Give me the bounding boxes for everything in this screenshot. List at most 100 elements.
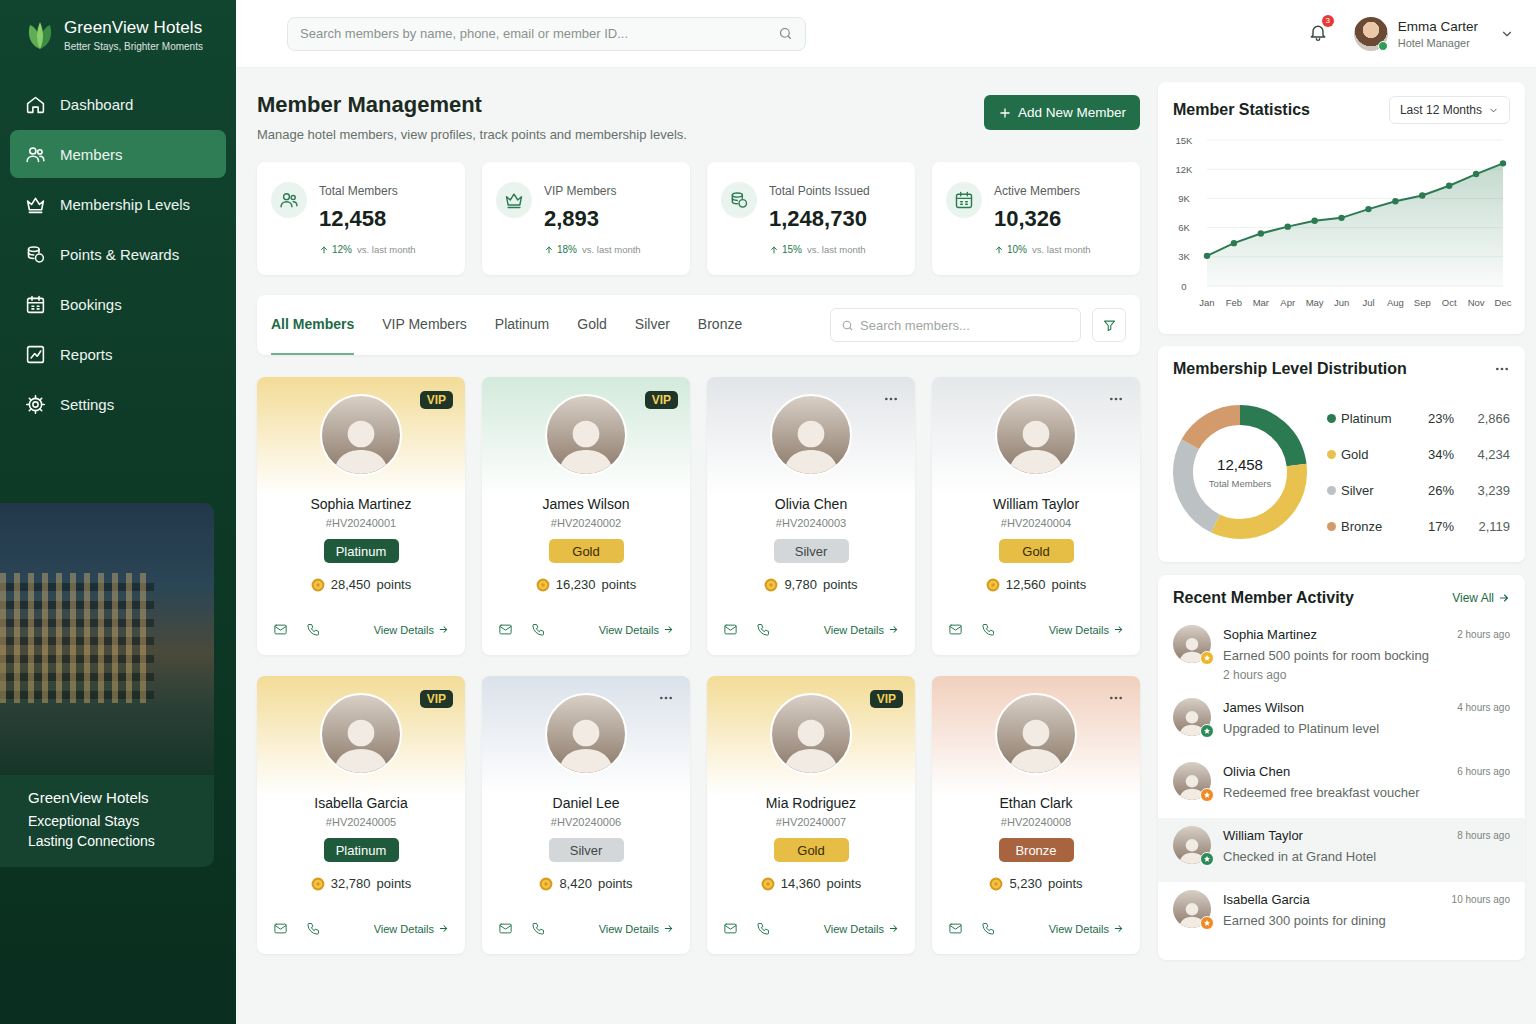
more-menu[interactable] bbox=[883, 391, 899, 411]
member-name[interactable]: Isabella Garcia bbox=[314, 795, 407, 811]
sidebar-item-label[interactable]: Reports bbox=[60, 346, 113, 363]
activity-name[interactable]: Olivia Chen bbox=[1223, 764, 1445, 779]
sidebar-item-label[interactable]: Dashboard bbox=[60, 96, 133, 113]
sidebar-item-label[interactable]: Members bbox=[60, 146, 123, 163]
member-card[interactable]: VIPJames Wilson#HV20240002Gold16,230poin… bbox=[482, 377, 690, 655]
member-card[interactable]: VIPIsabella Garcia#HV20240005Platinum32,… bbox=[257, 676, 465, 954]
sidebar-item[interactable]: Reports bbox=[10, 330, 226, 378]
view-details-link[interactable]: View Details bbox=[599, 923, 674, 935]
member-card[interactable]: Ethan Clark#HV20240008Bronze5,230pointsV… bbox=[932, 676, 1140, 954]
call-button[interactable] bbox=[981, 622, 996, 637]
call-button[interactable] bbox=[756, 622, 771, 637]
data-point[interactable] bbox=[1419, 192, 1425, 198]
data-point[interactable] bbox=[1285, 223, 1291, 229]
activity-item[interactable]: Isabella GarciaEarned 300 points for din… bbox=[1158, 882, 1525, 946]
email-button[interactable] bbox=[723, 622, 738, 637]
data-point[interactable] bbox=[1231, 240, 1237, 246]
view-details-label[interactable]: View Details bbox=[599, 923, 659, 935]
user-info[interactable]: Emma CarterHotel Manager bbox=[1398, 19, 1478, 49]
activity-name[interactable]: William Taylor bbox=[1223, 828, 1445, 843]
global-search-input[interactable] bbox=[300, 26, 770, 41]
sidebar-item[interactable]: Members bbox=[10, 130, 226, 178]
add-member-button[interactable]: Add New Member bbox=[984, 95, 1140, 130]
sidebar-item[interactable]: Points & Rewards bbox=[10, 230, 226, 278]
activity-item[interactable]: James WilsonUpgraded to Platinum level4 … bbox=[1158, 690, 1525, 754]
member-search-input[interactable] bbox=[860, 318, 1070, 333]
donut-segment[interactable] bbox=[1183, 415, 1297, 529]
call-button[interactable] bbox=[306, 622, 321, 637]
activity-item[interactable]: Sophia MartinezEarned 500 points for roo… bbox=[1158, 617, 1525, 690]
notifications-button[interactable]: 3 bbox=[1308, 22, 1328, 46]
view-details-link[interactable]: View Details bbox=[1049, 923, 1124, 935]
filter-tab[interactable]: VIP Members bbox=[382, 295, 467, 355]
call-button[interactable] bbox=[756, 921, 771, 936]
view-details-label[interactable]: View Details bbox=[374, 923, 434, 935]
data-point[interactable] bbox=[1473, 171, 1479, 177]
sidebar-item-label[interactable]: Membership Levels bbox=[60, 196, 190, 213]
view-details-label[interactable]: View Details bbox=[1049, 624, 1109, 636]
member-name[interactable]: Ethan Clark bbox=[999, 795, 1072, 811]
user-menu-toggle[interactable] bbox=[1500, 27, 1514, 41]
member-name[interactable]: William Taylor bbox=[993, 496, 1079, 512]
activity-item[interactable]: Olivia ChenRedeemed free breakfast vouch… bbox=[1158, 754, 1525, 818]
filter-tab[interactable]: Platinum bbox=[495, 295, 549, 355]
view-all-label[interactable]: View All bbox=[1452, 591, 1494, 605]
add-member-label[interactable]: Add New Member bbox=[1018, 105, 1126, 120]
sidebar-item[interactable]: Membership Levels bbox=[10, 180, 226, 228]
member-card[interactable]: VIPSophia Martinez#HV20240001Platinum28,… bbox=[257, 377, 465, 655]
data-point[interactable] bbox=[1338, 215, 1344, 221]
view-details-link[interactable]: View Details bbox=[1049, 624, 1124, 636]
view-details-label[interactable]: View Details bbox=[599, 624, 659, 636]
view-details-label[interactable]: View Details bbox=[374, 624, 434, 636]
filter-tab[interactable]: Gold bbox=[577, 295, 607, 355]
email-button[interactable] bbox=[273, 921, 288, 936]
call-button[interactable] bbox=[531, 622, 546, 637]
member-name[interactable]: Daniel Lee bbox=[553, 795, 620, 811]
view-details-link[interactable]: View Details bbox=[374, 923, 449, 935]
activity-item[interactable]: William TaylorChecked in at Grand Hotel8… bbox=[1158, 818, 1525, 882]
activity-name[interactable]: Sophia Martinez bbox=[1223, 627, 1445, 642]
more-menu[interactable] bbox=[1108, 391, 1124, 411]
email-button[interactable] bbox=[273, 622, 288, 637]
filter-tab[interactable]: Silver bbox=[635, 295, 670, 355]
filter-tab[interactable]: All Members bbox=[271, 295, 354, 355]
donut-segment[interactable] bbox=[1183, 415, 1297, 529]
more-menu[interactable] bbox=[1494, 361, 1510, 377]
global-search[interactable] bbox=[287, 17, 806, 51]
data-point[interactable] bbox=[1311, 218, 1317, 224]
range-label[interactable]: Last 12 Months bbox=[1400, 103, 1482, 117]
member-name[interactable]: Sophia Martinez bbox=[310, 496, 411, 512]
member-search[interactable] bbox=[830, 308, 1081, 342]
email-button[interactable] bbox=[498, 921, 513, 936]
sidebar-item[interactable]: Settings bbox=[10, 380, 226, 428]
call-button[interactable] bbox=[981, 921, 996, 936]
member-card[interactable]: Olivia Chen#HV20240003Silver9,780pointsV… bbox=[707, 377, 915, 655]
view-all-link[interactable]: View All bbox=[1452, 591, 1510, 605]
call-button[interactable] bbox=[531, 921, 546, 936]
user-name[interactable]: Emma Carter bbox=[1398, 19, 1478, 34]
member-card[interactable]: William Taylor#HV20240004Gold12,560point… bbox=[932, 377, 1140, 655]
sidebar-item[interactable]: Dashboard bbox=[10, 80, 226, 128]
view-details-link[interactable]: View Details bbox=[824, 624, 899, 636]
member-name[interactable]: Olivia Chen bbox=[775, 496, 847, 512]
data-point[interactable] bbox=[1365, 206, 1371, 212]
sidebar-item-label[interactable]: Bookings bbox=[60, 296, 122, 313]
user-avatar[interactable] bbox=[1354, 17, 1388, 51]
view-details-label[interactable]: View Details bbox=[824, 624, 884, 636]
email-button[interactable] bbox=[948, 622, 963, 637]
more-menu[interactable] bbox=[658, 690, 674, 710]
member-card[interactable]: VIPMia Rodriguez#HV20240007Gold14,360poi… bbox=[707, 676, 915, 954]
donut-segment[interactable] bbox=[1183, 415, 1297, 529]
sidebar-item-label[interactable]: Settings bbox=[60, 396, 114, 413]
view-details-link[interactable]: View Details bbox=[824, 923, 899, 935]
member-name[interactable]: Mia Rodriguez bbox=[766, 795, 856, 811]
more-menu[interactable] bbox=[1108, 690, 1124, 710]
member-card[interactable]: Daniel Lee#HV20240006Silver8,420pointsVi… bbox=[482, 676, 690, 954]
filter-button[interactable] bbox=[1092, 308, 1126, 342]
data-point[interactable] bbox=[1446, 183, 1452, 189]
filter-tab[interactable]: Bronze bbox=[698, 295, 742, 355]
data-point[interactable] bbox=[1258, 230, 1264, 236]
activity-name[interactable]: James Wilson bbox=[1223, 700, 1445, 715]
member-name[interactable]: James Wilson bbox=[542, 496, 629, 512]
range-dropdown[interactable]: Last 12 Months bbox=[1389, 96, 1510, 124]
